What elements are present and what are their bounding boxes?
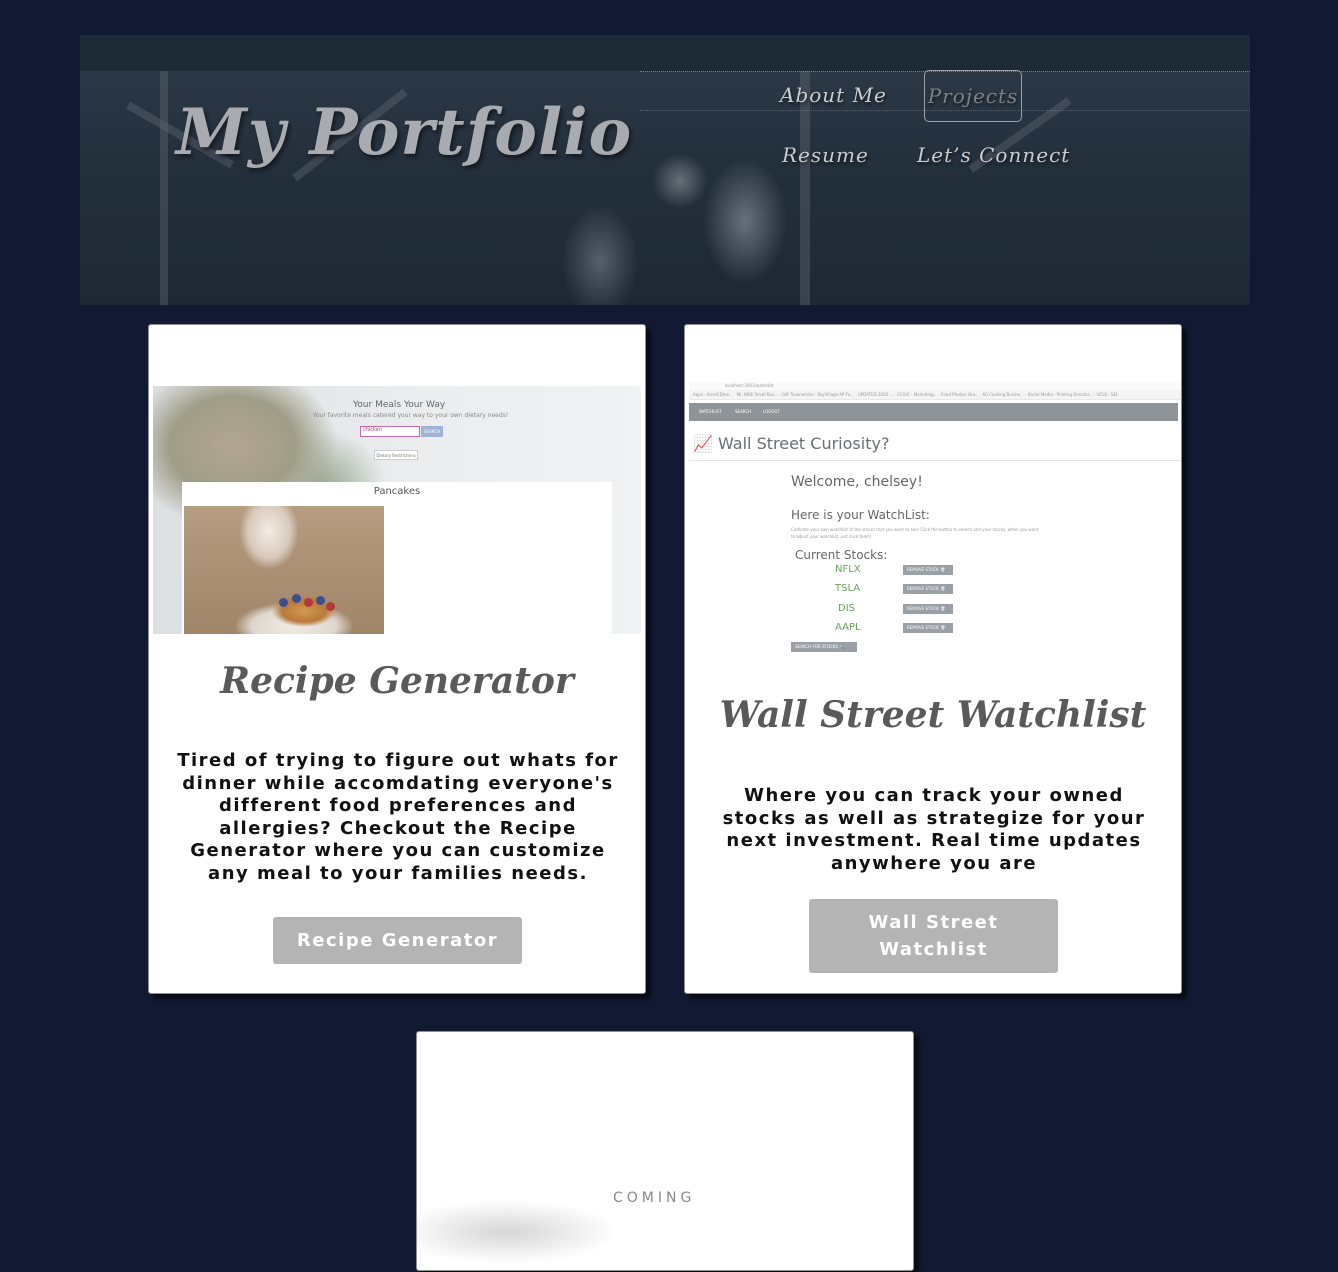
screenshot-diet-button: Dietary Restrictions bbox=[374, 450, 418, 460]
screenshot-subheading: Your favorite meals catered your way to … bbox=[313, 412, 509, 419]
screenshot-search-input: chicken bbox=[360, 426, 420, 437]
screenshot-ticker: AAPL bbox=[835, 622, 861, 633]
screenshot-current-stocks-label: Current Stocks: bbox=[795, 548, 888, 562]
screenshot-remove-button: REMOVE STOCK 🗑 bbox=[903, 604, 953, 614]
screenshot-remove-button: REMOVE STOCK 🗑 bbox=[903, 584, 953, 594]
recipe-generator-button[interactable]: Recipe Generator bbox=[273, 917, 522, 964]
screenshot-heading: Your Meals Your Way bbox=[353, 400, 446, 410]
project-card-coming: COMING bbox=[416, 1031, 914, 1272]
card-teaser-text: COMING bbox=[613, 1190, 696, 1206]
screenshot-remove-button: REMOVE STOCK 🗑 bbox=[903, 623, 953, 633]
photo-beam bbox=[160, 71, 168, 305]
screenshot-ticker: DIS bbox=[838, 603, 855, 614]
screenshot-result-title: Pancakes bbox=[373, 486, 421, 497]
screenshot-remove-button: REMOVE STOCK 🗑 bbox=[903, 565, 953, 575]
nav-lets-connect[interactable]: Let’s Connect bbox=[917, 143, 1070, 167]
site-header: My Portfolio About Me Projects Resume Le… bbox=[80, 35, 1250, 305]
site-title: My Portfolio bbox=[176, 95, 633, 170]
wall-street-screenshot: localhost:3001/watchlist Apps · ArcelCDm… bbox=[689, 382, 1181, 662]
project-title: Recipe Generator bbox=[220, 660, 574, 702]
screenshot-watchlist-heading: Here is your WatchList: bbox=[791, 508, 930, 522]
screenshot-nav-bar: WATCHLIST SEARCH LOGOUT bbox=[689, 403, 1178, 421]
nav-resume[interactable]: Resume bbox=[782, 143, 869, 167]
screenshot-ticker: NFLX bbox=[835, 564, 861, 575]
screenshot-result-card: Pancakes bbox=[182, 482, 612, 634]
raspberry bbox=[326, 602, 335, 611]
recipe-generator-screenshot: Your Meals Your Way Your favorite meals … bbox=[153, 386, 641, 634]
pancake-photo bbox=[184, 506, 384, 634]
screenshot-nav-search: SEARCH bbox=[735, 409, 752, 414]
screenshot-nav-logout: LOGOUT bbox=[763, 409, 780, 414]
raspberry bbox=[304, 598, 313, 607]
screenshot-watchlist-note: Cultivate your own watchlist of the stoc… bbox=[791, 527, 1039, 539]
project-card-recipe-generator: Your Meals Your Way Your favorite meals … bbox=[148, 324, 646, 994]
wall-street-watchlist-button[interactable]: Wall Street Watchlist bbox=[809, 899, 1058, 973]
project-description: Tired of trying to figure out whats for … bbox=[177, 750, 619, 884]
screenshot-search-stocks-button: SEARCH FOR STOCKS 🔍 bbox=[791, 642, 857, 652]
project-title: Wall Street Watchlist bbox=[719, 694, 1147, 736]
blueberry bbox=[316, 596, 325, 605]
blueberry bbox=[279, 598, 288, 607]
screenshot-heading: 📈 Wall Street Curiosity? bbox=[693, 434, 890, 453]
card-preview-image bbox=[417, 1162, 677, 1272]
screenshot-url-bar: localhost:3001/watchlist bbox=[689, 382, 1181, 390]
screenshot-search-button: SEARCH bbox=[421, 426, 443, 437]
nav-projects[interactable]: Projects bbox=[924, 70, 1022, 122]
blueberry bbox=[292, 594, 301, 603]
project-description: Where you can track your owned stocks as… bbox=[722, 785, 1146, 874]
project-card-wall-street-watchlist: localhost:3001/watchlist Apps · ArcelCDm… bbox=[684, 324, 1182, 994]
screenshot-divider bbox=[689, 460, 1181, 461]
nav-about-me[interactable]: About Me bbox=[780, 83, 887, 107]
screenshot-bookmarks-bar: Apps · ArcelCDme... · Mr. NIKE Small Bus… bbox=[689, 390, 1181, 400]
screenshot-welcome: Welcome, chelsey! bbox=[791, 474, 923, 490]
screenshot-nav-watchlist: WATCHLIST bbox=[699, 409, 722, 414]
screenshot-ticker: TSLA bbox=[835, 583, 861, 594]
